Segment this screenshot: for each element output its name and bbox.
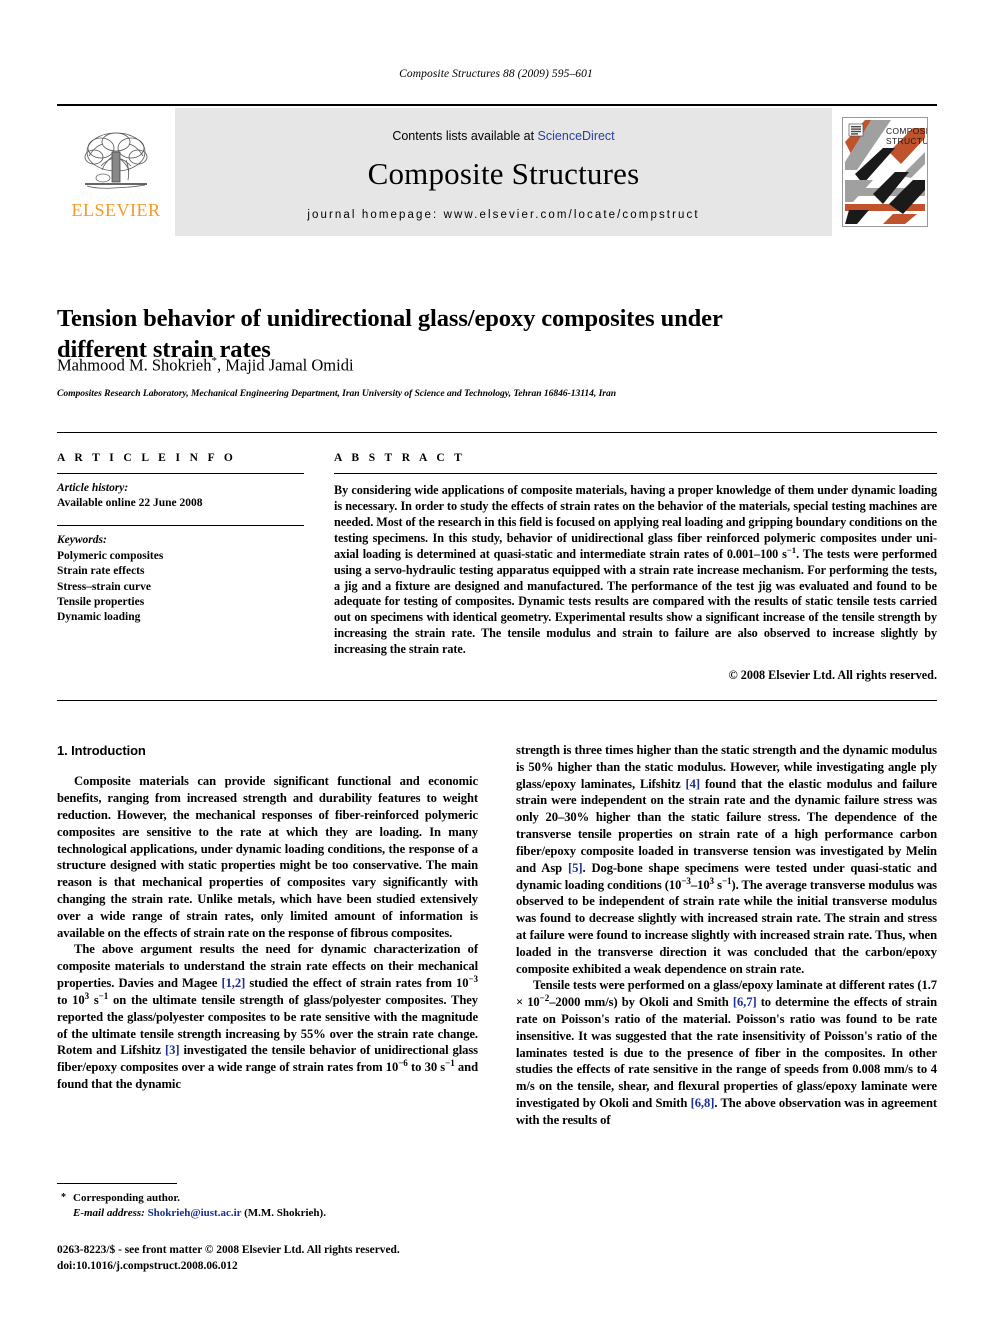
section-heading-introduction: 1. Introduction xyxy=(57,743,146,758)
article-info-heading: A R T I C L E I N F O xyxy=(57,452,237,464)
text-run: s xyxy=(714,877,722,892)
exponent: −3 xyxy=(468,973,478,984)
cover-artwork: COMPOSITE STRUCTURES xyxy=(843,118,927,226)
paragraph: strength is three times higher than the … xyxy=(516,742,937,977)
citation-ref[interactable]: [3] xyxy=(165,1043,180,1057)
footnote-rule xyxy=(57,1183,177,1184)
article-history: Article history: Available online 22 Jun… xyxy=(57,481,304,511)
citation-ref[interactable]: [1,2] xyxy=(221,976,245,990)
keyword-item: Tensile properties xyxy=(57,595,145,608)
exponent: −2 xyxy=(539,993,550,1003)
keyword-item: Stress–strain curve xyxy=(57,580,152,593)
keyword-item: Strain rate effects xyxy=(57,565,145,578)
text-run: to 30 s xyxy=(407,1060,446,1075)
text-run: ). The average transverse modulus was ob… xyxy=(516,877,938,976)
abstract-divider xyxy=(334,473,937,474)
corresponding-author-text: Corresponding author. xyxy=(73,1192,180,1204)
email-owner: (M.M. Shokrieh). xyxy=(241,1206,326,1219)
article-info-column: A R T I C L E I N F O Article history: A… xyxy=(57,452,304,626)
corresponding-author-note: * Corresponding author. E-mail address: … xyxy=(57,1191,478,1220)
imprint-block: 0263-8223/$ - see front matter © 2008 El… xyxy=(57,1243,497,1274)
paragraph: Tensile tests were performed on a glass/… xyxy=(516,977,937,1128)
journal-cover-thumbnail: COMPOSITE STRUCTURES xyxy=(842,117,928,227)
article-page: Composite Structures 88 (2009) 595–601 E… xyxy=(0,0,992,1323)
citation-ref[interactable]: [6,7] xyxy=(733,995,757,1009)
exponent: −3 xyxy=(681,875,691,886)
text-run: s xyxy=(89,992,99,1007)
contents-prefix: Contents lists available at xyxy=(392,129,538,143)
abstract-exponent: −1 xyxy=(786,544,797,555)
keywords-divider xyxy=(57,525,304,527)
citation-ref[interactable]: [4] xyxy=(686,777,701,791)
citation-ref[interactable]: [5] xyxy=(568,861,583,875)
doi-line: doi:10.1016/j.compstruct.2008.06.012 xyxy=(57,1259,238,1272)
journal-homepage-link[interactable]: journal homepage: www.elsevier.com/locat… xyxy=(307,209,699,221)
text-run: to 10 xyxy=(57,992,85,1007)
info-rule-bottom xyxy=(57,700,937,701)
front-matter-line: 0263-8223/$ - see front matter © 2008 El… xyxy=(57,1244,400,1256)
abstract-column: A B S T R A C T By considering wide appl… xyxy=(334,452,937,683)
keyword-item: Polymeric composites xyxy=(57,549,164,562)
exponent: −6 xyxy=(398,1057,408,1068)
exponent: −1 xyxy=(445,1057,455,1068)
email-label: E-mail address: xyxy=(73,1206,145,1219)
body-column-right: strength is three times higher than the … xyxy=(516,742,937,1129)
article-info-divider xyxy=(57,473,304,474)
cover-title-line1: COMPOSITE xyxy=(886,126,927,136)
author-first: Mahmood M. Shokrieh xyxy=(57,355,212,375)
email-link[interactable]: Shokrieh@iust.ac.ir xyxy=(148,1207,242,1219)
elsevier-tree-icon xyxy=(84,132,148,189)
text-run: to determine the effects of strain rate … xyxy=(516,995,937,1111)
info-rule-top xyxy=(57,432,937,433)
elsevier-wordmark: ELSEVIER xyxy=(71,199,161,220)
footnote-bullet-icon: * xyxy=(61,1192,66,1203)
text-run: studied the effect of strain rates from … xyxy=(245,976,469,991)
abstract-heading: A B S T R A C T xyxy=(334,452,466,464)
cover-title-line2: STRUCTURES xyxy=(886,136,927,146)
article-history-value: Available online 22 June 2008 xyxy=(57,497,203,510)
copyright-line: © 2008 Elsevier Ltd. All rights reserved… xyxy=(728,668,937,683)
citation-ref[interactable]: [6,8] xyxy=(691,1096,715,1110)
journal-title: Composite Structures xyxy=(367,156,640,191)
keywords-block: Keywords: Polymeric composites Strain ra… xyxy=(57,533,304,625)
text-run: –2000 mm/s) by Okoli and Smith xyxy=(549,995,733,1010)
contents-available-line: Contents lists available at ScienceDirec… xyxy=(392,129,614,143)
keyword-item: Dynamic loading xyxy=(57,611,141,624)
running-head: Composite Structures 88 (2009) 595–601 xyxy=(399,68,593,80)
author-rest: , Majid Jamal Omidi xyxy=(216,355,354,375)
paragraph: The above argument results the need for … xyxy=(57,941,478,1092)
abstract-text: By considering wide applications of comp… xyxy=(334,483,937,658)
journal-masthead: ELSEVIER Contents lists available at Sci… xyxy=(57,104,937,236)
exponent: −1 xyxy=(98,990,109,1001)
abstract-part2: . The tests were performed using a servo… xyxy=(334,546,937,657)
paragraph: Composite materials can provide signific… xyxy=(57,774,478,940)
article-history-label: Article history: xyxy=(57,482,129,494)
keywords-label: Keywords: xyxy=(57,534,107,547)
sciencedirect-link[interactable]: ScienceDirect xyxy=(538,129,615,143)
body-column-left: 1. Introduction Composite materials can … xyxy=(57,742,478,1093)
text-run: –10 xyxy=(690,877,710,892)
footnote-area: * Corresponding author. E-mail address: … xyxy=(57,1183,478,1220)
elsevier-logo: ELSEVIER xyxy=(57,108,175,236)
author-list: Mahmood M. Shokrieh*, Majid Jamal Omidi xyxy=(57,355,817,376)
journal-band: Contents lists available at ScienceDirec… xyxy=(175,108,832,236)
affiliation: Composites Research Laboratory, Mechanic… xyxy=(57,388,617,399)
journal-cover-container: COMPOSITE STRUCTURES xyxy=(832,108,937,236)
